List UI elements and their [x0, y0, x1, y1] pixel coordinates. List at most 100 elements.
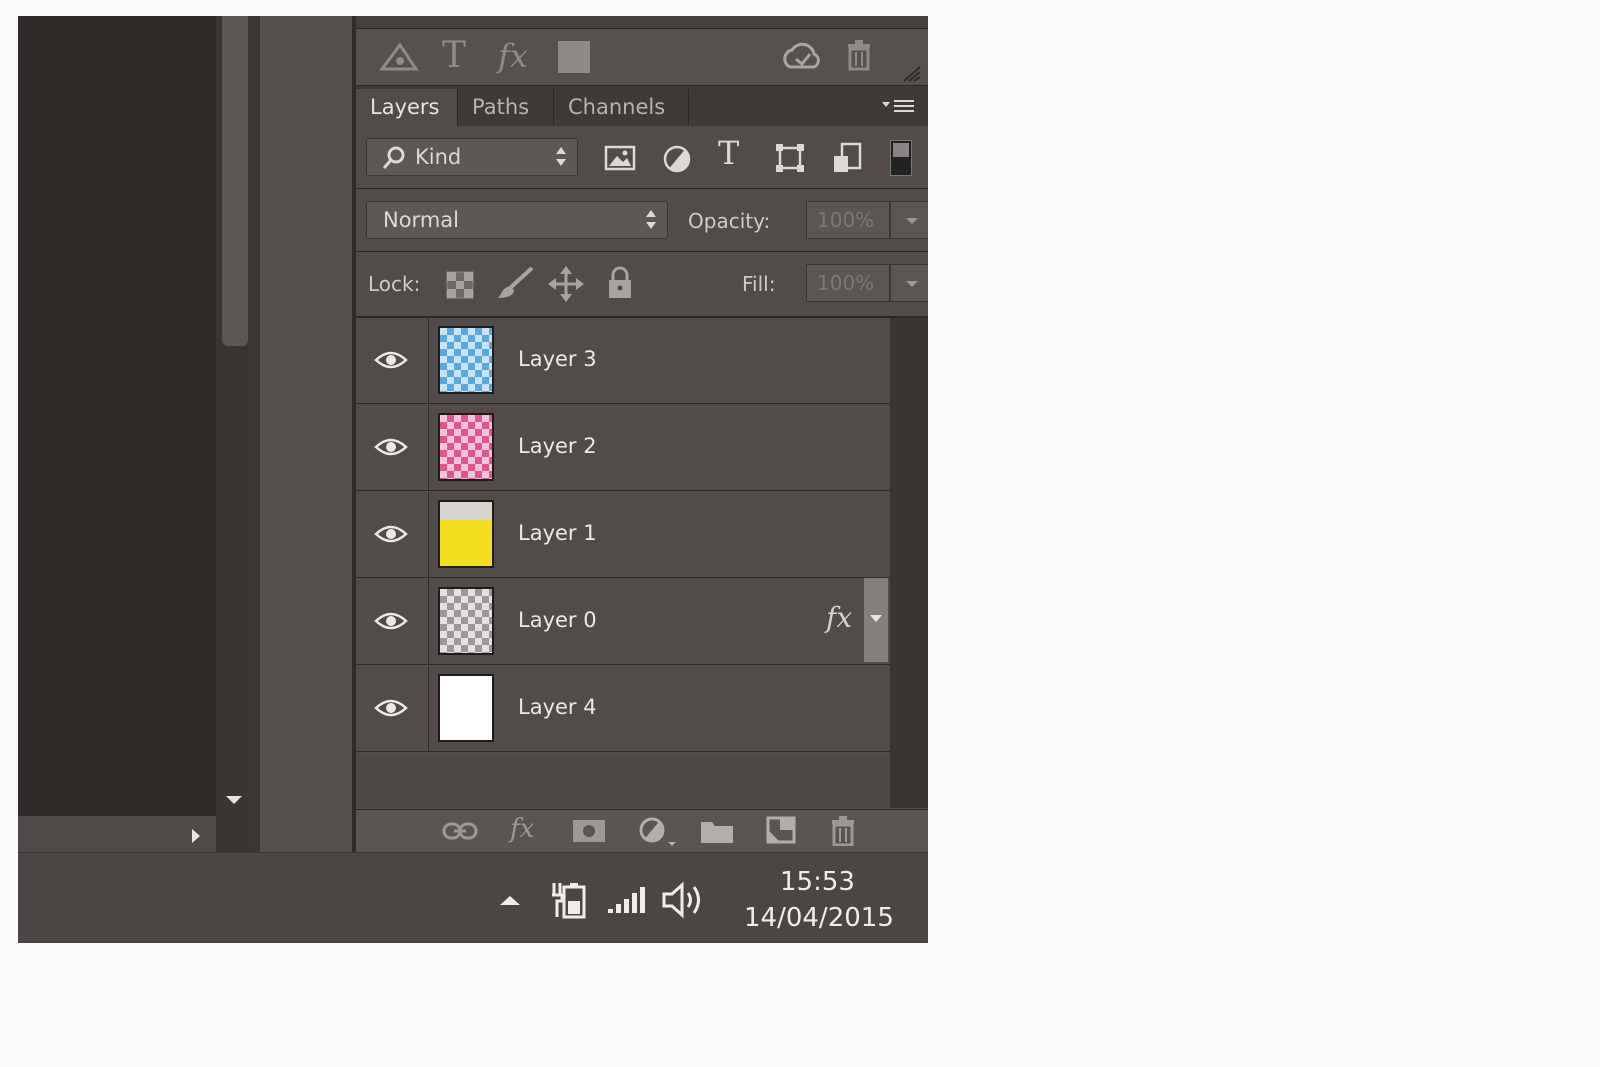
lock-position-icon[interactable] — [548, 266, 584, 302]
smart-object-filter-icon[interactable] — [832, 142, 862, 174]
layer-name: Layer 1 — [518, 521, 597, 545]
canvas-scroll-thumb[interactable] — [222, 16, 248, 346]
shape-filter-icon[interactable] — [774, 142, 806, 174]
fx-icon[interactable]: fx — [498, 37, 528, 75]
opacity-label: Opacity: — [688, 209, 771, 233]
layer-row-layer-1[interactable]: Layer 1 — [356, 492, 890, 578]
adjustment-filter-icon[interactable] — [662, 144, 692, 174]
add-mask-icon[interactable] — [572, 818, 606, 844]
lock-transparent-icon[interactable] — [446, 271, 474, 299]
panel-top-edge — [356, 16, 928, 29]
add-style-icon[interactable]: fx — [510, 814, 534, 844]
visibility-toggle[interactable] — [356, 579, 429, 665]
layer-name: Layer 3 — [518, 347, 597, 371]
lock-row: Lock: Fill: 100% — [356, 252, 928, 318]
kind-filter-label: Kind — [415, 145, 462, 169]
scrollbar-corner — [216, 816, 252, 852]
blend-mode-select[interactable]: Normal — [366, 201, 668, 239]
chevron-down-icon — [869, 614, 883, 624]
layer-name: Layer 4 — [518, 695, 597, 719]
select-arrows-icon — [555, 145, 567, 169]
visibility-toggle[interactable] — [356, 405, 429, 491]
layer-thumbnail — [438, 413, 494, 481]
chevron-down-icon — [905, 216, 919, 226]
scroll-down-arrow-icon[interactable] — [224, 794, 244, 806]
panel-menu-icon[interactable] — [880, 98, 916, 116]
tab-layers[interactable]: Layers — [356, 89, 458, 126]
eye-icon — [374, 611, 408, 631]
lock-label: Lock: — [368, 272, 421, 296]
blend-row: Normal Opacity: 100% — [356, 189, 928, 252]
eye-icon — [374, 524, 408, 544]
pen-path-icon[interactable] — [378, 41, 420, 75]
layers-list-scrollbar[interactable] — [890, 318, 928, 808]
layer-thumbnail — [438, 674, 494, 742]
kind-filter-select[interactable]: Kind — [366, 138, 578, 176]
scroll-right-arrow-icon[interactable] — [190, 827, 202, 845]
filter-toggle-icon[interactable] — [890, 140, 912, 176]
layer-row-layer-3[interactable]: Layer 3 — [356, 318, 890, 404]
eye-icon — [374, 698, 408, 718]
layers-bottom-bar: fx — [356, 809, 928, 853]
layer-row-layer-4[interactable]: Layer 4 — [356, 666, 890, 752]
opacity-field[interactable]: 100% — [806, 201, 890, 239]
fill-label: Fill: — [742, 272, 776, 296]
layer-thumbnail — [438, 326, 494, 394]
color-swatch-icon[interactable] — [558, 41, 590, 73]
select-arrows-icon — [645, 208, 657, 232]
show-hidden-icons-icon[interactable] — [498, 893, 522, 907]
trash-icon[interactable] — [846, 39, 872, 71]
filter-row: Kind T — [356, 126, 928, 189]
visibility-toggle[interactable] — [356, 666, 429, 752]
volume-icon[interactable] — [662, 881, 704, 919]
panel-gutter — [252, 16, 260, 852]
eye-icon — [374, 350, 408, 370]
document-canvas[interactable] — [18, 16, 216, 816]
visibility-toggle[interactable] — [356, 318, 429, 404]
visibility-toggle[interactable] — [356, 492, 429, 578]
signal-icon[interactable] — [606, 885, 646, 915]
cloud-sync-icon[interactable] — [780, 39, 824, 75]
clock-time[interactable]: 15:53 — [780, 867, 855, 897]
delete-layer-icon[interactable] — [830, 816, 856, 846]
new-adjustment-icon[interactable] — [638, 816, 678, 848]
resize-grip-icon[interactable] — [902, 65, 922, 83]
filter-toggle-knob — [893, 143, 909, 157]
tab-channels[interactable]: Channels — [554, 89, 689, 126]
layers-list-empty-area — [356, 754, 890, 808]
layer-effects-icon[interactable]: fx — [826, 601, 852, 634]
new-group-icon[interactable] — [700, 818, 734, 844]
layer-thumbnail — [438, 500, 494, 568]
search-icon — [381, 146, 407, 170]
layer-name: Layer 0 — [518, 608, 597, 632]
layer-row-layer-2[interactable]: Layer 2 — [356, 405, 890, 491]
opacity-dropdown[interactable] — [890, 201, 928, 239]
panel-tab-bar: Layers Paths Channels — [356, 86, 928, 126]
effects-expand-toggle[interactable] — [864, 578, 888, 662]
link-layers-icon[interactable] — [442, 820, 478, 842]
canvas-horizontal-scrollbar[interactable] — [18, 816, 216, 852]
screenshot-region: T fx Layers Paths Channels Kind T Normal… — [18, 16, 928, 943]
fill-dropdown[interactable] — [890, 264, 928, 302]
layer-thumbnail — [438, 587, 494, 655]
lock-all-icon[interactable] — [606, 266, 634, 300]
layers-panel: T fx Layers Paths Channels Kind T Normal… — [356, 16, 928, 853]
layer-row-layer-0[interactable]: Layer 0 fx — [356, 579, 890, 665]
chevron-down-icon — [905, 279, 919, 289]
battery-icon[interactable] — [550, 881, 590, 919]
lock-paint-icon[interactable] — [496, 266, 536, 300]
image-filter-icon[interactable] — [604, 144, 636, 172]
new-layer-icon[interactable] — [766, 816, 796, 844]
taskbar: 15:53 14/04/2015 — [18, 852, 928, 943]
eye-icon — [374, 437, 408, 457]
type-filter-icon[interactable]: T — [718, 134, 739, 172]
collapsed-panel-strip — [260, 16, 352, 852]
layer-name: Layer 2 — [518, 434, 597, 458]
fill-field[interactable]: 100% — [806, 264, 890, 302]
blend-mode-value: Normal — [383, 208, 459, 232]
layers-list: Layer 3 Layer 2 Layer 1 Layer 0 fx Layer… — [356, 318, 890, 808]
clock-date[interactable]: 14/04/2015 — [744, 903, 894, 933]
tab-paths[interactable]: Paths — [458, 89, 554, 126]
paths-toolbar: T fx — [356, 29, 928, 86]
type-icon[interactable]: T — [442, 35, 466, 76]
